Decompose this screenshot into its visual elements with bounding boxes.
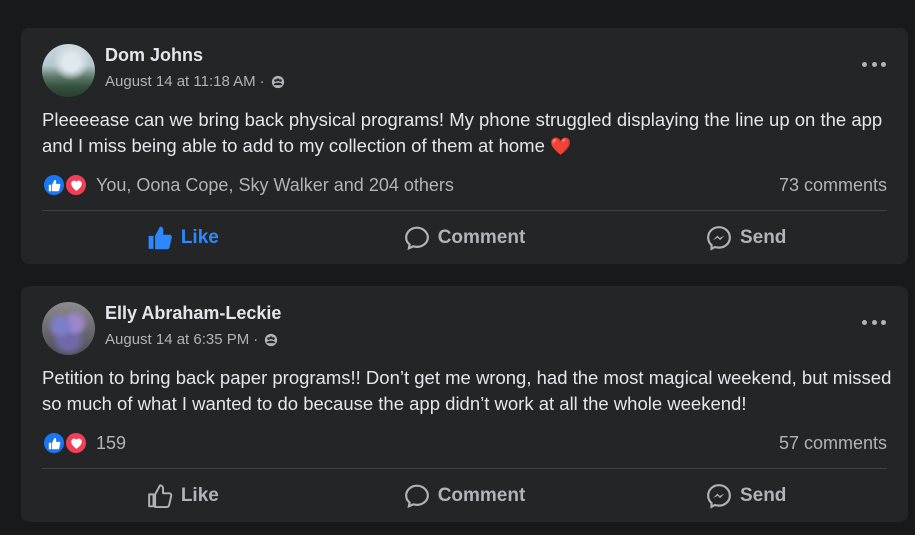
timestamp[interactable]: August 14 at 11:18 AM <box>105 73 256 90</box>
like-label: Like <box>180 227 219 248</box>
like-reaction-icon <box>42 173 66 197</box>
thumbs-up-icon <box>148 484 173 509</box>
send-label: Send <box>739 227 787 248</box>
send-button[interactable]: Send <box>605 478 887 514</box>
post-card: Elly Abraham-Leckie August 14 at 6:35 PM… <box>21 286 908 522</box>
action-bar: Like Comment Send <box>42 478 887 514</box>
like-button[interactable]: Like <box>42 478 324 514</box>
groups-icon <box>265 333 278 346</box>
comments-count[interactable]: 57 comments <box>779 433 887 454</box>
love-reaction-icon <box>64 173 88 197</box>
avatar[interactable] <box>42 302 95 355</box>
comment-label: Comment <box>437 485 526 506</box>
divider <box>42 468 887 469</box>
author-name[interactable]: Dom Johns <box>105 45 203 66</box>
timestamp[interactable]: August 14 at 6:35 PM <box>105 331 249 348</box>
post-meta: August 14 at 6:35 PM · <box>105 331 278 348</box>
reaction-icons <box>42 431 90 455</box>
post-body: Pleeeease can we bring back physical pro… <box>42 109 883 156</box>
comment-button[interactable]: Comment <box>324 220 606 256</box>
comment-icon <box>404 484 429 509</box>
post-body: Petition to bring back paper programs!! … <box>42 367 892 414</box>
like-reaction-icon <box>42 431 66 455</box>
reactions-summary[interactable]: 159 <box>42 431 126 455</box>
more-options-icon[interactable] <box>862 312 886 332</box>
reactions-text: You, Oona Cope, Sky Walker and 204 other… <box>96 174 454 195</box>
reactions-count: 159 <box>96 432 127 453</box>
send-label: Send <box>739 485 787 506</box>
reaction-icons <box>42 173 90 197</box>
thumbs-up-icon <box>148 226 172 250</box>
groups-icon <box>271 75 284 88</box>
post-meta: August 14 at 11:18 AM · <box>105 73 285 90</box>
comment-icon <box>404 226 429 251</box>
divider <box>42 210 887 211</box>
comments-count[interactable]: 73 comments <box>779 175 887 196</box>
reactions-summary[interactable]: You, Oona Cope, Sky Walker and 204 other… <box>42 173 454 197</box>
send-button[interactable]: Send <box>605 220 887 256</box>
post-card: Dom Johns August 14 at 11:18 AM · Pleeee… <box>21 28 908 264</box>
comment-button[interactable]: Comment <box>324 478 606 514</box>
heart-emoji: ❤️ <box>550 137 572 156</box>
messenger-icon <box>707 226 731 251</box>
meta-separator: · <box>253 331 259 348</box>
meta-separator: · <box>259 73 265 90</box>
like-label: Like <box>180 485 219 506</box>
more-options-icon[interactable] <box>862 54 886 74</box>
like-button[interactable]: Like <box>42 220 324 256</box>
avatar[interactable] <box>42 44 95 97</box>
post-text: Pleeeease can we bring back physical pro… <box>42 107 892 160</box>
comment-label: Comment <box>437 227 526 248</box>
action-bar: Like Comment Send <box>42 220 887 256</box>
messenger-icon <box>707 484 731 509</box>
author-name[interactable]: Elly Abraham-Leckie <box>105 303 281 324</box>
post-text: Petition to bring back paper programs!! … <box>42 365 892 417</box>
love-reaction-icon <box>64 431 88 455</box>
